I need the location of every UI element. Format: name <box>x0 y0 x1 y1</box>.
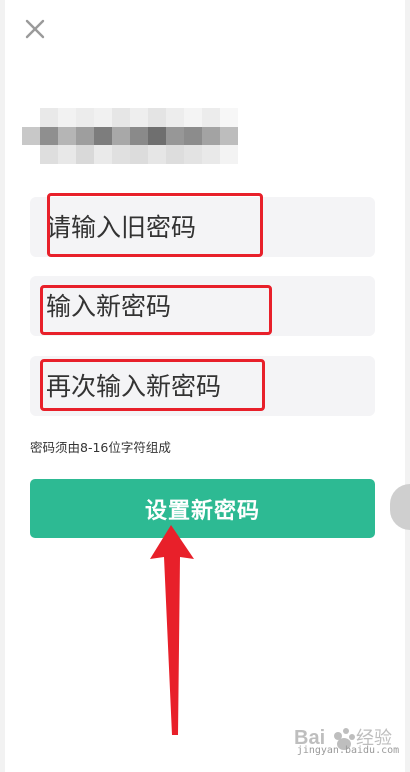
new-password-input[interactable] <box>30 276 375 336</box>
confirm-password-input[interactable] <box>30 356 375 416</box>
close-button[interactable] <box>22 16 48 42</box>
old-password-input[interactable] <box>30 197 375 257</box>
close-icon <box>25 19 45 39</box>
set-new-password-button[interactable]: 设置新密码 <box>30 479 375 538</box>
watermark-url: jingyan.baidu.com <box>296 745 400 756</box>
password-rule-hint: 密码须由8-16位字符组成 <box>30 440 171 455</box>
masked-account-name <box>22 108 238 164</box>
page: 密码须由8-16位字符组成 设置新密码 Bai 经验 jingyan.baidu… <box>0 0 410 772</box>
